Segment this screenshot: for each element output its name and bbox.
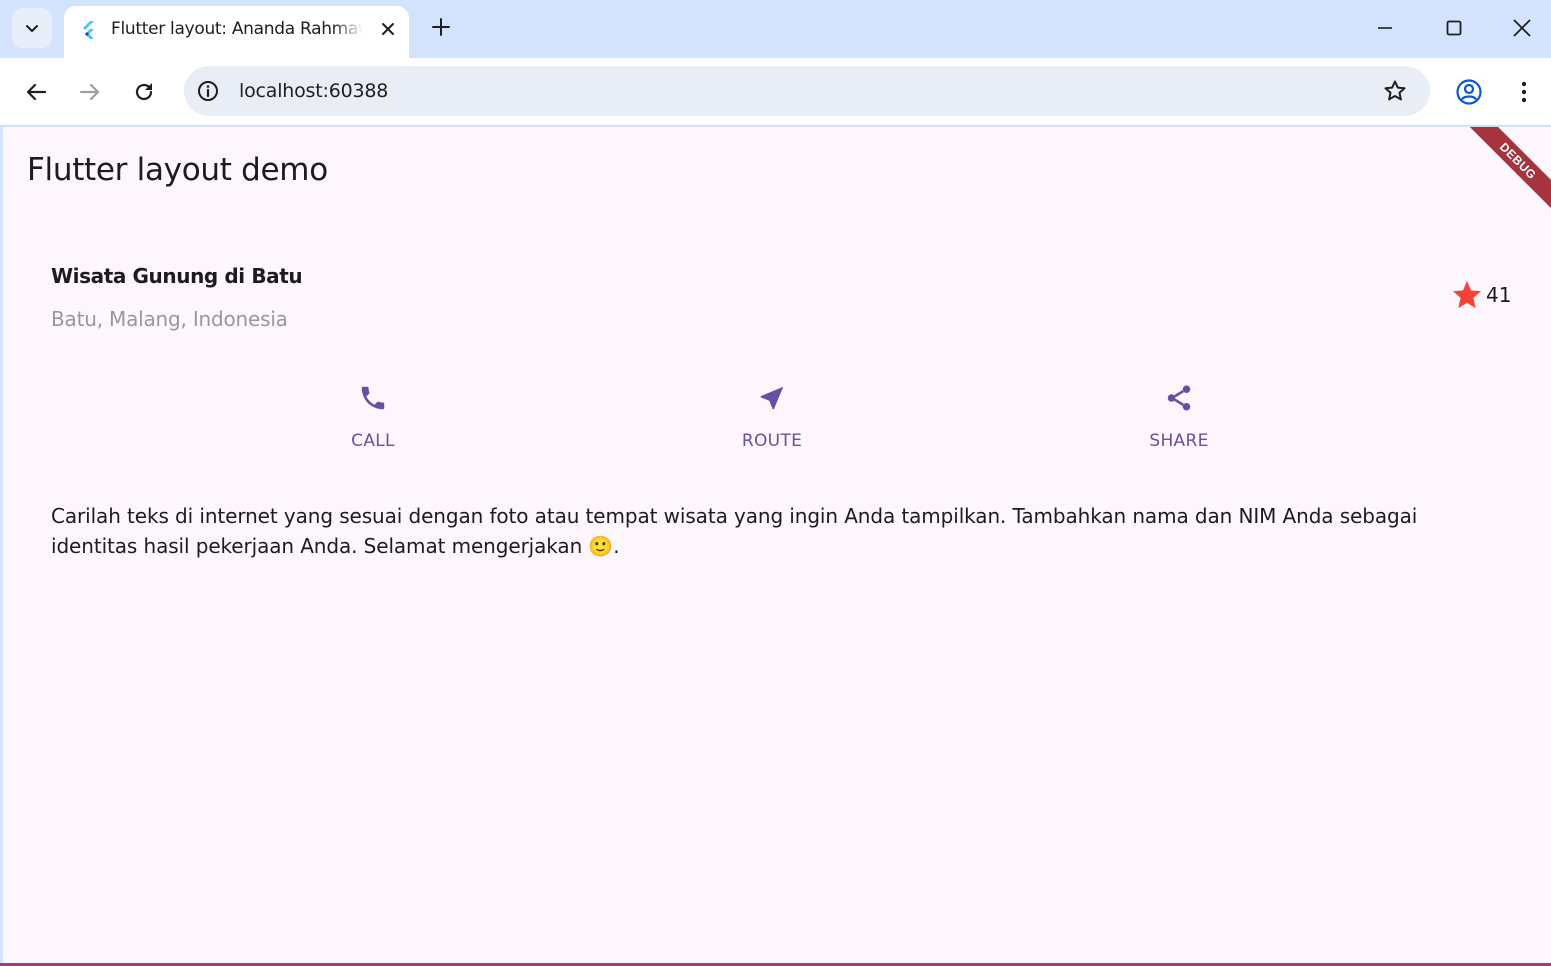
phone-icon [356, 381, 390, 415]
bookmark-button[interactable] [1382, 78, 1408, 104]
star-icon [1453, 281, 1481, 309]
window-close-button[interactable] [1503, 10, 1541, 46]
rating-count: 41 [1486, 283, 1512, 307]
more-vert-icon [1521, 81, 1527, 103]
route-label: ROUTE [741, 431, 803, 451]
new-tab-button[interactable] [425, 11, 457, 43]
address-bar[interactable]: localhost:60388 [184, 66, 1430, 116]
minimize-icon [1378, 27, 1392, 29]
arrow-left-icon [26, 83, 47, 101]
reload-button[interactable] [126, 74, 162, 110]
tab-close-button[interactable] [375, 16, 401, 42]
near-me-icon [755, 381, 789, 415]
call-button[interactable]: CALL [313, 381, 433, 451]
page-title: Flutter layout demo [27, 152, 328, 188]
description-text: Carilah teks di internet yang sesuai den… [51, 504, 1418, 558]
share-icon [1162, 381, 1196, 415]
reload-icon [135, 83, 153, 101]
tab-strip: Flutter layout: Ananda Rahmawati [0, 0, 1551, 58]
share-label: SHARE [1149, 431, 1209, 451]
site-info-button[interactable] [196, 79, 220, 103]
browser-toolbar: localhost:60388 [0, 58, 1551, 126]
info-icon [198, 81, 218, 101]
app-viewport: Flutter layout demo DEBUG Wisata Gunung … [3, 127, 1551, 963]
url-text[interactable]: localhost:60388 [239, 80, 388, 102]
toolbar-divider [0, 125, 1551, 126]
close-icon [1513, 19, 1531, 37]
chevron-down-icon [26, 25, 38, 32]
place-location: Batu, Malang, Indonesia [51, 307, 288, 331]
tab-title: Flutter layout: Ananda Rahmawati [111, 19, 363, 39]
route-button[interactable]: ROUTE [712, 381, 832, 451]
account-circle-icon [1456, 79, 1482, 105]
share-button[interactable]: SHARE [1119, 381, 1239, 451]
rating: 41 [1451, 279, 1511, 311]
tab-search-button[interactable] [12, 8, 52, 48]
profile-button[interactable] [1451, 74, 1487, 110]
minimize-button[interactable] [1366, 10, 1404, 46]
star-outline-icon [1384, 80, 1406, 101]
back-button[interactable] [18, 74, 54, 110]
place-name: Wisata Gunung di Batu [51, 264, 303, 288]
arrow-right-icon [79, 83, 100, 101]
browser-tab[interactable]: Flutter layout: Ananda Rahmawati [64, 6, 409, 58]
maximize-button[interactable] [1435, 10, 1473, 46]
flutter-logo-icon [83, 21, 94, 39]
browser-menu-button[interactable] [1506, 74, 1542, 110]
close-icon [382, 23, 394, 35]
forward-button[interactable] [72, 74, 108, 110]
call-label: CALL [351, 431, 395, 451]
maximize-icon [1446, 20, 1462, 36]
plus-icon [432, 18, 450, 36]
debug-banner: DEBUG [1457, 127, 1551, 222]
